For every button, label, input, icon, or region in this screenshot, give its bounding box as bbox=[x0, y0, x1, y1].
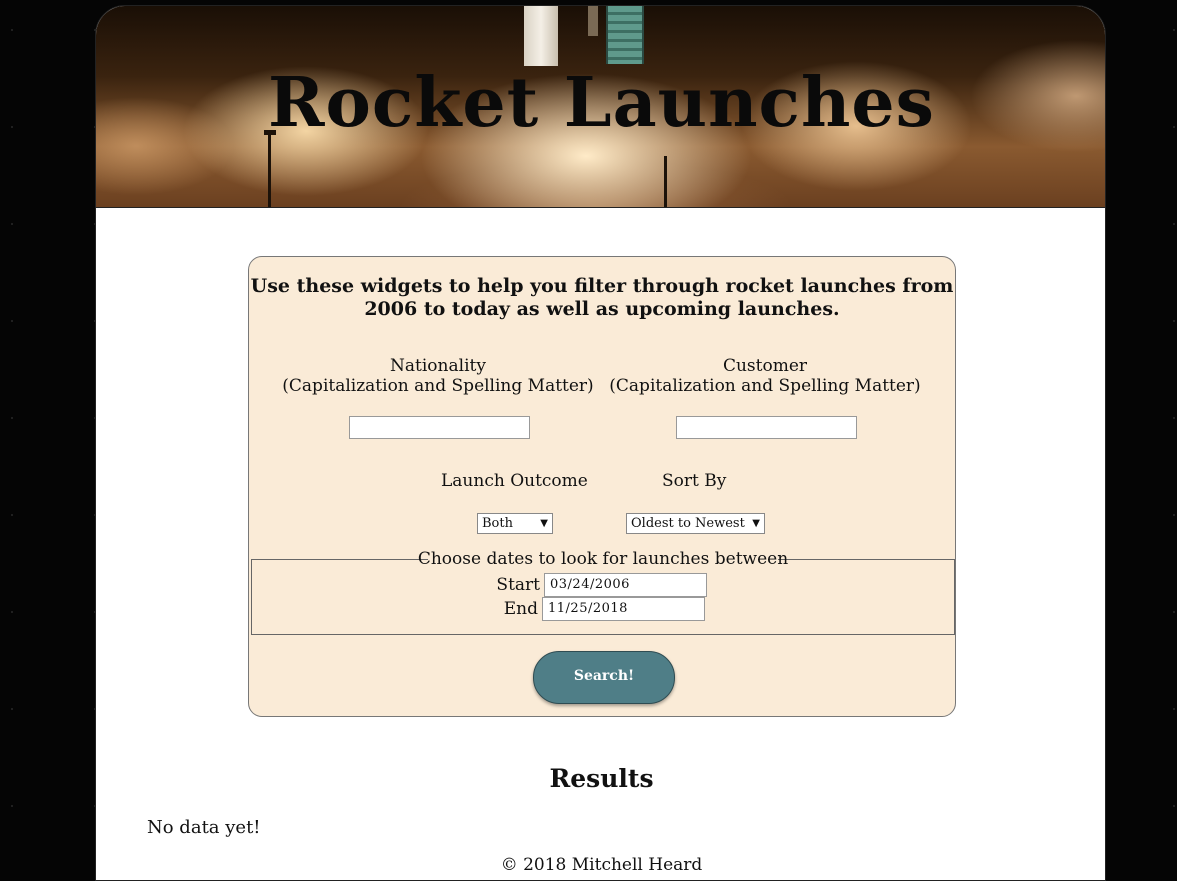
footer-copyright: © 2018 Mitchell Heard bbox=[500, 855, 703, 875]
results-heading: Results bbox=[549, 764, 654, 793]
launch-tower-image bbox=[606, 6, 644, 64]
launch-outcome-label: Launch Outcome bbox=[441, 471, 588, 491]
page-container: Rocket Launches Use these widgets to hel… bbox=[95, 5, 1106, 881]
filter-panel: Use these widgets to help you filter thr… bbox=[248, 256, 956, 717]
results-empty-message: No data yet! bbox=[147, 817, 261, 838]
page-title: Rocket Launches bbox=[268, 63, 935, 143]
tower-strut bbox=[588, 6, 598, 36]
nationality-label-text: Nationality bbox=[390, 356, 486, 376]
date-range-fieldset: Choose dates to look for launches betwee… bbox=[251, 549, 955, 635]
sort-by-label: Sort By bbox=[662, 471, 727, 491]
customer-input[interactable] bbox=[676, 416, 857, 439]
search-button[interactable]: Search! bbox=[533, 651, 675, 704]
nationality-hint: (Capitalization and Spelling Matter) bbox=[282, 376, 594, 396]
customer-hint: (Capitalization and Spelling Matter) bbox=[609, 376, 921, 396]
start-date-label: Start bbox=[496, 575, 540, 595]
light-pole bbox=[664, 156, 667, 207]
rocket-image bbox=[524, 6, 558, 66]
caret-down-icon: ▼ bbox=[752, 518, 760, 529]
caret-down-icon: ▼ bbox=[540, 518, 548, 529]
launch-outcome-selected: Both bbox=[482, 516, 513, 531]
launch-outcome-select[interactable]: Both ▼ bbox=[477, 513, 553, 534]
date-range-legend: Choose dates to look for launches betwee… bbox=[417, 549, 789, 569]
sort-by-select[interactable]: Oldest to Newest ▼ bbox=[626, 513, 765, 534]
nationality-label: Nationality (Capitalization and Spelling… bbox=[273, 356, 603, 396]
end-date-label: End bbox=[503, 599, 538, 619]
customer-label-text: Customer bbox=[722, 356, 808, 376]
nationality-input[interactable] bbox=[349, 416, 530, 439]
sort-by-selected: Oldest to Newest bbox=[631, 516, 745, 531]
start-date-input[interactable]: 03/24/2006 bbox=[544, 573, 707, 597]
filter-intro: Use these widgets to help you filter thr… bbox=[250, 275, 954, 320]
header-banner: Rocket Launches bbox=[96, 6, 1105, 208]
customer-label: Customer (Capitalization and Spelling Ma… bbox=[600, 356, 930, 396]
end-date-input[interactable]: 11/25/2018 bbox=[542, 597, 705, 621]
